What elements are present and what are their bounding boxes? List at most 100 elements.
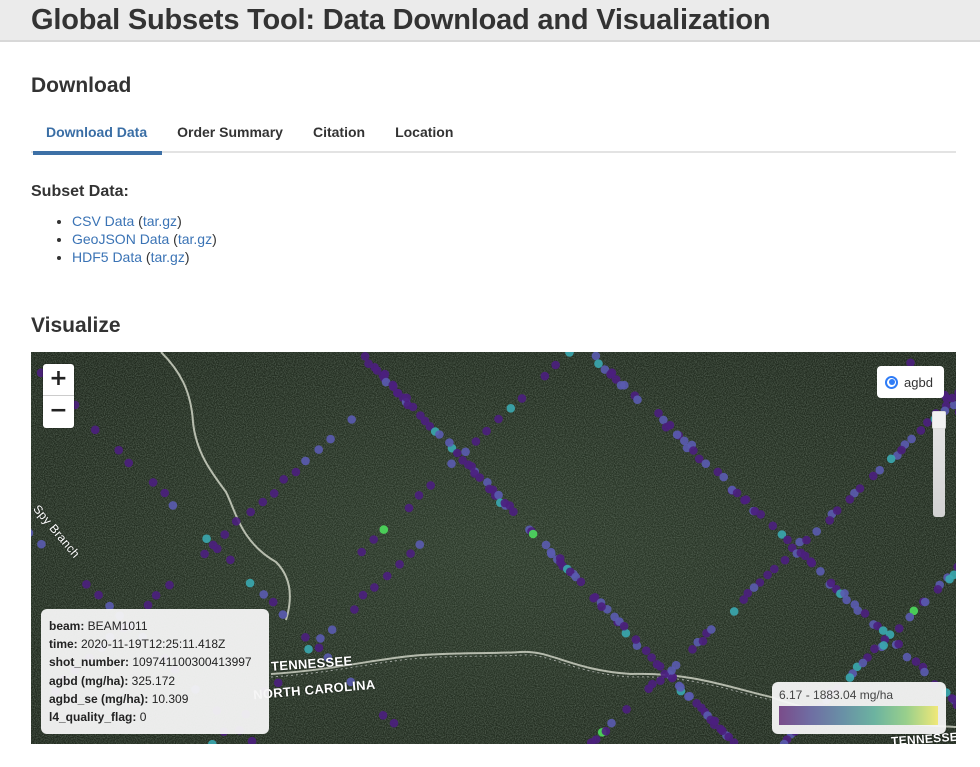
tab-citation[interactable]: Citation [298, 113, 380, 153]
shot-point[interactable] [259, 590, 268, 599]
shot-point[interactable] [780, 555, 790, 565]
shot-point[interactable] [369, 535, 379, 544]
shot-point[interactable] [807, 558, 817, 568]
shot-point[interactable] [475, 473, 485, 482]
shot-point[interactable] [576, 577, 586, 587]
shot-point[interactable] [90, 425, 100, 435]
shot-point[interactable] [707, 625, 716, 634]
shot-point[interactable] [905, 612, 915, 622]
shot-point[interactable] [471, 437, 481, 446]
shot-point[interactable] [923, 418, 932, 427]
shot-point[interactable] [729, 607, 739, 616]
slider-thumb[interactable] [932, 411, 946, 429]
layer-radio-agbd[interactable] [885, 375, 898, 389]
shot-point[interactable] [689, 446, 698, 455]
shot-point[interactable] [741, 495, 751, 504]
shot-point[interactable] [656, 676, 665, 685]
shot-point[interactable] [461, 447, 470, 457]
shot-point[interactable] [875, 465, 884, 475]
shot-point[interactable] [756, 510, 765, 519]
shot-point[interactable] [453, 448, 462, 458]
shot-point[interactable] [783, 535, 792, 545]
shot-point[interactable] [37, 539, 46, 549]
shot-point[interactable] [812, 527, 821, 536]
shot-point[interactable] [718, 726, 727, 736]
shot-point[interactable] [879, 641, 888, 650]
shot-point[interactable] [382, 571, 392, 581]
zoom-out-button[interactable]: − [43, 396, 74, 428]
shot-point[interactable] [667, 666, 676, 675]
shot-point[interactable] [855, 484, 865, 493]
map-view[interactable]: Spy Branch TENNESSEE NORTH CAROLINA TENN… [31, 352, 956, 744]
shot-point[interactable] [420, 416, 430, 426]
shot-point[interactable] [482, 426, 491, 436]
shot-point[interactable] [404, 503, 414, 513]
shot-point[interactable] [389, 718, 399, 728]
shot-point[interactable] [641, 646, 651, 655]
shot-point[interactable] [911, 657, 921, 666]
shot-point[interactable] [719, 472, 728, 482]
shot-point[interactable] [622, 705, 631, 714]
shot-point[interactable] [246, 507, 255, 517]
shot-point[interactable] [897, 445, 906, 455]
shot-point[interactable] [316, 634, 325, 643]
shot-point[interactable] [220, 530, 229, 539]
shot-point[interactable] [506, 404, 516, 413]
shot-point[interactable] [933, 585, 943, 594]
shot-point[interactable] [945, 574, 954, 584]
shot-point[interactable] [395, 560, 404, 569]
shot-point[interactable] [732, 488, 742, 498]
shot-point[interactable] [202, 534, 211, 543]
shot-point[interactable] [370, 583, 379, 592]
shot-point[interactable] [540, 371, 550, 381]
shot-point[interactable] [304, 644, 313, 654]
shot-point[interactable] [148, 478, 158, 487]
shot-point[interactable] [870, 644, 879, 654]
shot-point[interactable] [768, 521, 778, 531]
shot-point[interactable] [907, 434, 916, 444]
shot-point[interactable] [676, 683, 685, 692]
shot-point[interactable] [698, 636, 708, 646]
shot-point[interactable] [326, 434, 335, 444]
shot-point[interactable] [165, 580, 174, 590]
shot-point[interactable] [541, 540, 551, 550]
shot-point[interactable] [406, 549, 415, 558]
shot-point[interactable] [380, 369, 390, 379]
shot-point[interactable] [314, 445, 324, 454]
shot-point[interactable] [710, 716, 720, 726]
shot-point[interactable] [301, 633, 310, 642]
shot-point[interactable] [124, 458, 133, 468]
shot-point[interactable] [82, 580, 91, 589]
shot-point[interactable] [816, 567, 825, 576]
shot-point[interactable] [151, 591, 161, 600]
opacity-slider[interactable] [932, 411, 946, 517]
shot-point[interactable] [902, 652, 912, 662]
shot-point[interactable] [94, 590, 103, 600]
shot-point[interactable] [607, 718, 616, 728]
shot-point[interactable] [231, 517, 241, 526]
shot-point[interactable] [347, 415, 357, 424]
shot-point[interactable] [688, 645, 697, 654]
hdf5-targz-link[interactable]: tar.gz [151, 249, 185, 265]
shot-point[interactable] [739, 595, 748, 604]
shot-point[interactable] [845, 673, 855, 682]
shot-point[interactable] [314, 643, 324, 653]
shot-point[interactable] [672, 430, 682, 439]
shot-point[interactable] [378, 711, 388, 720]
shot-point[interactable] [245, 578, 255, 588]
geojson-targz-link[interactable]: tar.gz [178, 231, 212, 247]
shot-point[interactable] [869, 471, 878, 481]
shot-point[interactable] [517, 394, 527, 403]
shot-point[interactable] [825, 516, 834, 525]
shot-point[interactable] [350, 605, 359, 614]
shot-point[interactable] [860, 609, 870, 618]
shot-point[interactable] [268, 597, 278, 607]
shot-point[interactable] [894, 624, 904, 633]
shot-point[interactable] [379, 525, 389, 534]
shot-point[interactable] [749, 583, 759, 592]
shot-point[interactable] [200, 549, 209, 559]
shot-point[interactable] [920, 597, 930, 607]
shot-point[interactable] [842, 595, 851, 605]
shot-point[interactable] [509, 507, 518, 516]
shot-point[interactable] [894, 639, 903, 649]
